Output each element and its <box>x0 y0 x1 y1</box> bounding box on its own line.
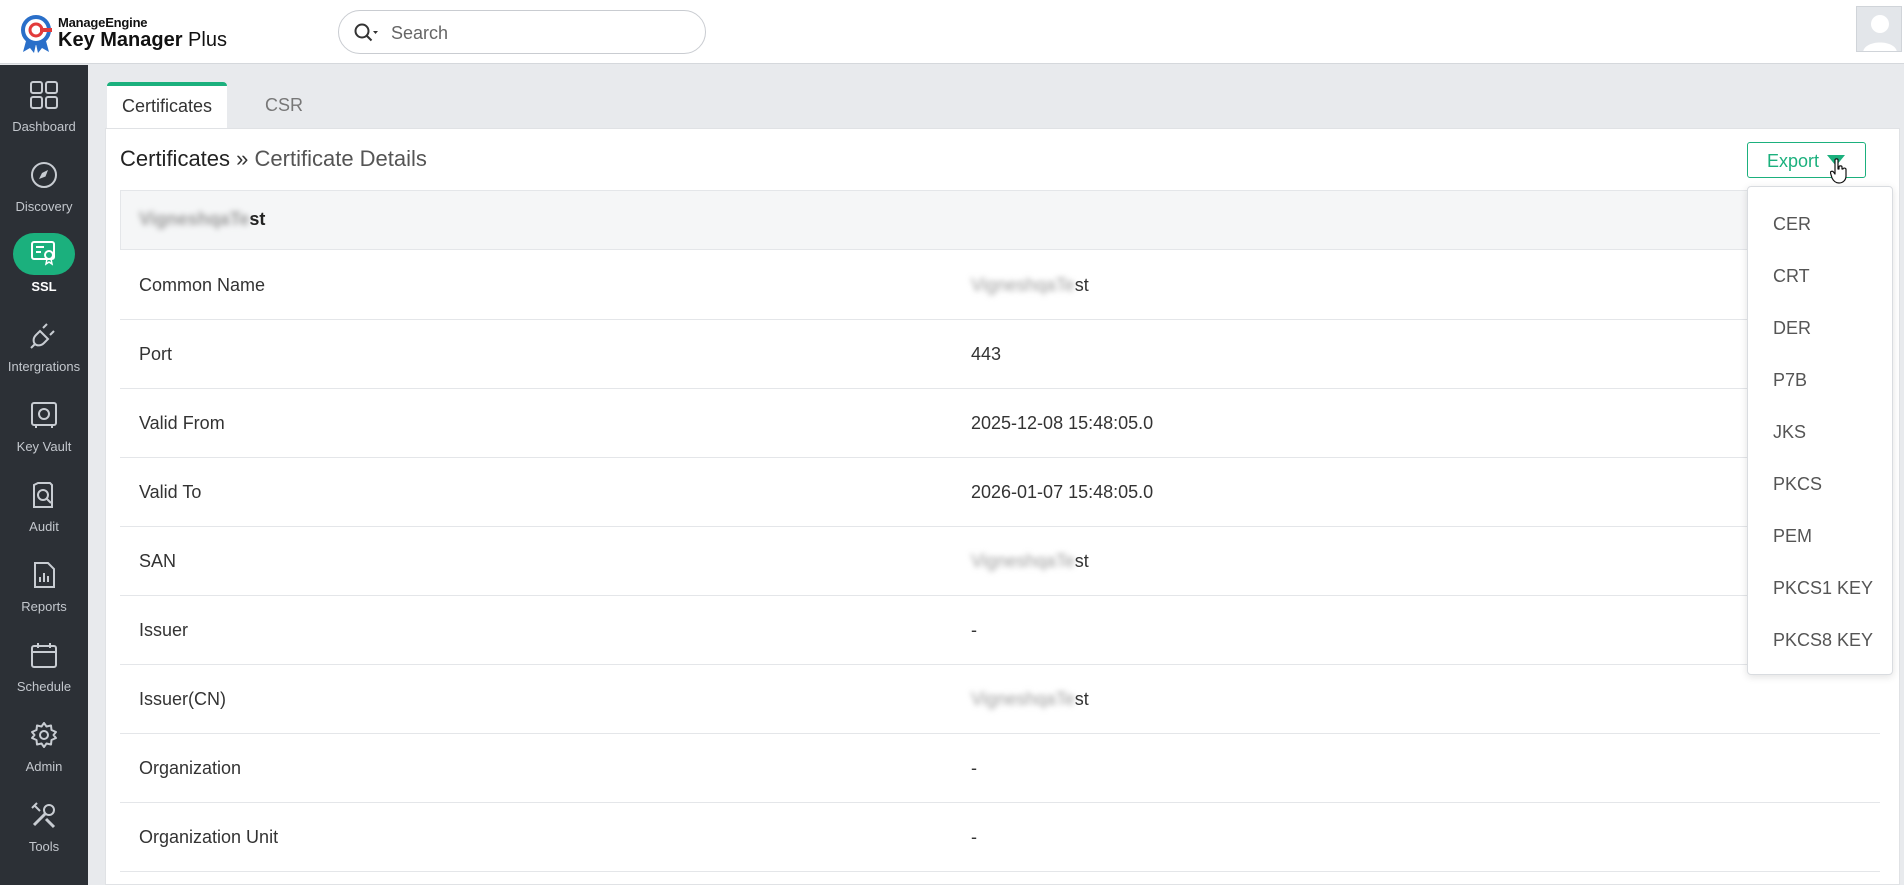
app-logo[interactable]: ManageEngine Key Manager Plus <box>18 14 227 54</box>
detail-value: 2026-01-07 15:48:05.0 <box>971 482 1154 502</box>
export-option-der[interactable]: DER <box>1748 302 1894 354</box>
breadcrumb-separator: » <box>230 146 255 171</box>
detail-key: Issuer <box>139 620 189 640</box>
sidebar-item-tools[interactable]: Tools <box>0 785 88 865</box>
breadcrumb-certificates[interactable]: Certificates <box>120 146 230 171</box>
export-button[interactable]: Export <box>1747 142 1866 178</box>
vault-icon <box>31 402 57 428</box>
detail-key: Port <box>139 344 173 364</box>
sidebar-label-reports: Reports <box>21 599 67 614</box>
sidebar-item-audit[interactable]: Audit <box>0 465 88 545</box>
redacted-text: VigneshqaTe <box>139 209 250 229</box>
certificate-name-tail: st <box>249 209 266 229</box>
table-row: Issuer(CN) VigneshqaTest <box>120 665 1880 734</box>
search-box[interactable]: Search <box>338 10 706 54</box>
detail-key: Valid From <box>139 413 225 433</box>
user-avatar[interactable] <box>1856 6 1902 52</box>
export-option-jks[interactable]: JKS <box>1748 406 1894 458</box>
redacted-text: VigneshqaTe <box>971 275 1075 295</box>
user-silhouette-icon <box>1863 15 1897 51</box>
detail-value: 443 <box>971 344 1002 364</box>
tab-csr[interactable]: CSR <box>236 82 332 128</box>
detail-value: - <box>971 758 977 778</box>
detail-key: Organization Unit <box>139 827 279 847</box>
table-row: Port 443 <box>120 320 1880 389</box>
sidebar-label-key-vault: Key Vault <box>16 439 72 454</box>
detail-key: Valid To <box>139 482 202 502</box>
export-option-pkcs8-key[interactable]: PKCS8 KEY <box>1748 614 1894 666</box>
export-option-pkcs[interactable]: PKCS <box>1748 458 1894 510</box>
sidebar-item-key-vault[interactable]: Key Vault <box>0 385 88 465</box>
tools-icon <box>31 802 56 829</box>
calendar-icon <box>31 643 57 668</box>
search-input[interactable]: Search <box>391 23 448 44</box>
table-row: Valid To 2026-01-07 15:48:05.0 <box>120 458 1880 527</box>
sidebar-label-schedule: Schedule <box>16 679 72 694</box>
redacted-text: VigneshqaTe <box>971 551 1075 571</box>
table-row: Organization Unit - <box>120 803 1880 872</box>
detail-value: 2025-12-08 15:48:05.0 <box>971 413 1154 433</box>
detail-key: Organization <box>139 758 242 778</box>
redacted-text: VigneshqaTe <box>971 689 1075 709</box>
sidebar-item-integrations[interactable]: Intergrations <box>0 305 88 385</box>
brand-product-suffix: Plus <box>182 29 227 51</box>
certificate-name-header: VigneshqaTest <box>120 190 1880 250</box>
brand-product-bold: Key Manager <box>58 29 183 51</box>
detail-key: SAN <box>139 551 177 571</box>
dashboard-grid-icon <box>30 81 58 109</box>
sidebar-label-discovery: Discovery <box>15 199 73 214</box>
detail-key: Common Name <box>139 275 266 295</box>
sidebar-item-schedule[interactable]: Schedule <box>0 625 88 705</box>
sidebar-item-reports[interactable]: Reports <box>0 545 88 625</box>
table-row: Issuer - <box>120 596 1880 665</box>
plug-icon <box>30 323 55 349</box>
sidebar-label-integrations: Intergrations <box>7 359 81 374</box>
brand-product: Key Manager Plus <box>58 29 227 52</box>
sidebar-item-admin[interactable]: Admin <box>0 705 88 785</box>
detail-value: - <box>971 827 977 847</box>
detail-value: VigneshqaTest <box>971 689 1089 710</box>
hand-pointer-icon <box>1830 158 1847 184</box>
audit-search-icon <box>33 482 53 508</box>
sidebar-item-discovery[interactable]: Discovery <box>0 145 88 225</box>
detail-key: Issuer(CN) <box>139 689 227 709</box>
sidebar-label-ssl: SSL <box>31 279 57 294</box>
certificate-name: VigneshqaTest <box>139 209 265 230</box>
export-option-p7b[interactable]: P7B <box>1748 354 1894 406</box>
export-dropdown-menu: CER CRT DER P7B JKS PKCS PEM PKCS1 KEY P… <box>1747 186 1893 675</box>
table-row: Common Name VigneshqaTest <box>120 251 1880 320</box>
detail-value-tail: st <box>1074 689 1089 709</box>
sidebar-label-admin: Admin <box>25 759 63 774</box>
breadcrumb-current: Certificate Details <box>254 146 427 171</box>
sidebar-label-audit: Audit <box>29 519 59 534</box>
key-manager-logo-icon <box>21 15 52 53</box>
detail-value-tail: st <box>1074 551 1089 571</box>
search-icon[interactable] <box>353 22 379 44</box>
sidebar-item-dashboard[interactable]: Dashboard <box>0 65 88 145</box>
tab-certificates[interactable]: Certificates <box>107 82 227 128</box>
table-row: Valid From 2025-12-08 15:48:05.0 <box>120 389 1880 458</box>
export-button-label: Export <box>1767 151 1820 171</box>
sidebar-item-ssl[interactable]: SSL <box>0 225 88 305</box>
detail-value-tail: st <box>1074 275 1089 295</box>
export-option-crt[interactable]: CRT <box>1748 250 1894 302</box>
gear-icon <box>31 722 57 748</box>
left-sidebar: Dashboard Discovery SSL Intergrations Ke… <box>0 65 88 885</box>
page-title: Certificates » Certificate Details <box>120 146 427 172</box>
detail-value: VigneshqaTest <box>971 551 1089 572</box>
top-header: ManageEngine Key Manager Plus Search <box>0 0 1904 64</box>
reports-chart-icon <box>34 562 55 588</box>
export-option-cer[interactable]: CER <box>1748 198 1894 250</box>
detail-value: VigneshqaTest <box>971 275 1089 296</box>
compass-icon <box>31 162 57 188</box>
certificate-icon <box>31 241 55 266</box>
export-option-pem[interactable]: PEM <box>1748 510 1894 562</box>
table-row: SAN VigneshqaTest <box>120 527 1880 596</box>
brand-vendor: ManageEngine <box>58 15 148 30</box>
detail-value: - <box>971 620 977 640</box>
export-option-pkcs1-key[interactable]: PKCS1 KEY <box>1748 562 1894 614</box>
sidebar-label-tools: Tools <box>28 839 60 854</box>
table-row: Organization - <box>120 734 1880 803</box>
sidebar-label-dashboard: Dashboard <box>12 119 76 134</box>
